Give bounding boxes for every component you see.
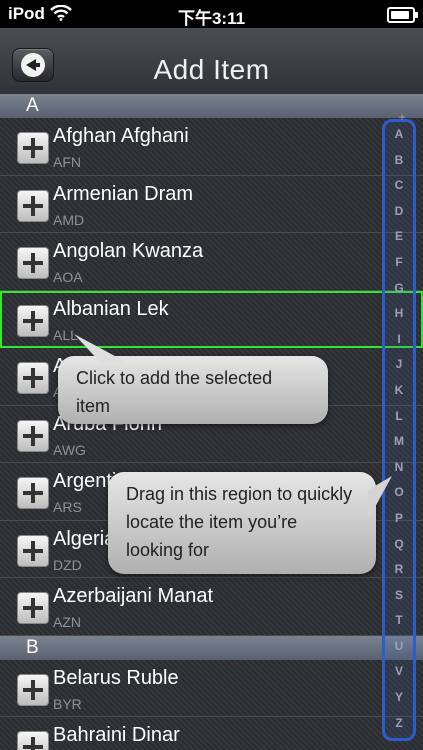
currency-code: AFN (53, 154, 81, 170)
index-hint-tail (368, 476, 392, 520)
currency-name: Angolan Kwanza (53, 240, 204, 262)
index-letter[interactable]: J (385, 352, 413, 378)
currency-row[interactable]: Belarus Ruble BYR (0, 660, 423, 717)
page-title: Add Item (153, 54, 270, 85)
currency-code: AZN (53, 614, 81, 630)
index-letter[interactable]: R (385, 557, 413, 583)
currency-name: Albanian Lek (53, 297, 169, 320)
currency-name: Bahraini Dinar (53, 724, 180, 746)
index-letter[interactable]: G (385, 276, 413, 302)
add-icon[interactable] (17, 189, 49, 222)
add-hint-text: Click to add the selected item (76, 368, 273, 416)
add-hint-tail (74, 334, 126, 362)
index-letter[interactable]: U (385, 634, 413, 660)
battery-icon (387, 7, 418, 23)
index-letter[interactable]: H (385, 301, 413, 327)
currency-name: Armenian Dram (53, 182, 194, 205)
currency-code: ARS (53, 499, 82, 515)
index-letter[interactable]: L (385, 404, 413, 430)
index-letter[interactable]: S (385, 583, 413, 609)
section-header: B (0, 635, 423, 660)
index-letter[interactable]: I (385, 327, 413, 353)
add-icon[interactable] (17, 731, 49, 750)
currency-row[interactable]: Bahraini DinarBHD (0, 717, 423, 750)
index-hint-text: Drag in this region to quickly locate th… (126, 484, 353, 560)
add-icon[interactable] (17, 132, 49, 164)
index-letter[interactable]: K (385, 378, 413, 404)
currency-name: Belarus Ruble (53, 666, 179, 689)
add-icon[interactable] (17, 419, 49, 452)
currency-row[interactable]: Angolan Kwanza AOA (0, 233, 423, 291)
add-icon[interactable] (17, 673, 49, 706)
index-letter[interactable]: Y (385, 685, 413, 711)
index-letter[interactable]: D (385, 199, 413, 225)
alphabet-index-scrubber[interactable]: + ABCDEFGHIJKLMNOPQRSTUVYZ (382, 110, 416, 741)
add-icon[interactable] (17, 304, 49, 337)
add-icon[interactable] (17, 477, 49, 509)
currency-code: AOA (53, 269, 83, 285)
index-letter[interactable]: B (385, 148, 413, 174)
index-letter[interactable]: V (385, 659, 413, 685)
index-letter[interactable]: E (385, 224, 413, 250)
add-icon[interactable] (17, 592, 49, 624)
currency-code: AWG (53, 441, 86, 458)
currency-code: BYR (53, 695, 82, 712)
nav-header: Add Item (0, 28, 423, 94)
currency-code: AMD (53, 211, 85, 228)
index-letter[interactable]: Q (385, 532, 413, 558)
currency-row[interactable]: Armenian Dram AMD (0, 176, 423, 233)
currency-row[interactable]: Albanian Lek ALL (0, 290, 423, 348)
section-header: A (0, 94, 423, 118)
battery-fill (391, 11, 409, 19)
add-icon[interactable] (17, 247, 49, 279)
index-letter[interactable]: M (385, 429, 413, 455)
index-hint-callout: Drag in this region to quickly locate th… (108, 472, 376, 574)
index-letter[interactable]: T (385, 608, 413, 634)
currency-code: DZD (53, 556, 82, 573)
currency-row[interactable]: Azerbaijani Manat AZN (0, 578, 423, 636)
currency-name: Afghan Afghani (53, 125, 189, 147)
index-letter[interactable]: C (385, 173, 413, 199)
add-icon[interactable] (17, 362, 49, 394)
currency-row[interactable]: Afghan Afghani AFN (0, 118, 423, 176)
status-bar: iPod 下午3:11 (0, 0, 423, 28)
index-letter[interactable]: A (385, 122, 413, 148)
add-icon[interactable] (17, 534, 49, 567)
index-letter[interactable]: F (385, 250, 413, 276)
status-time: 下午3:11 (177, 9, 246, 28)
index-top-symbol: + (398, 110, 406, 124)
currency-name: Azerbaijani Manat (53, 585, 214, 607)
index-letter[interactable]: Z (385, 711, 413, 737)
